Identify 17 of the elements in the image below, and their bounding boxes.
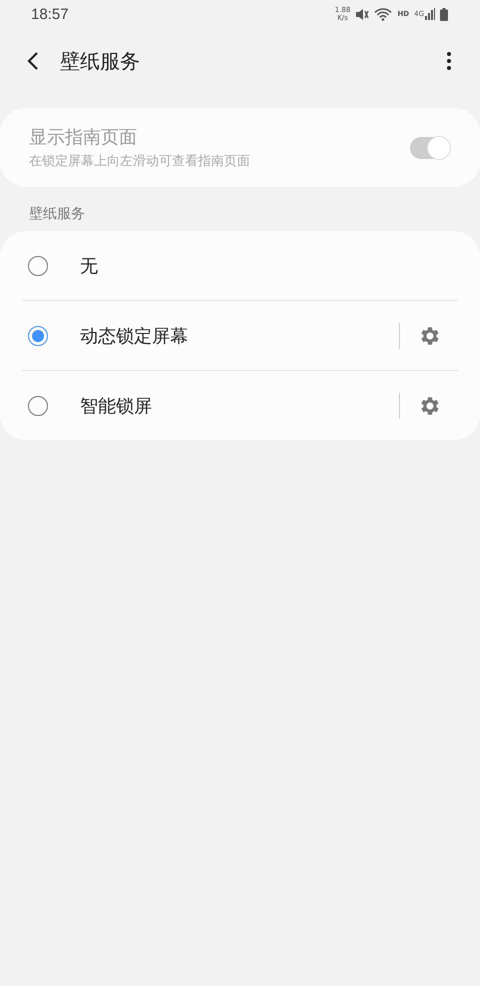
radio-button[interactable]	[28, 396, 48, 416]
option-label[interactable]: 智能锁屏	[80, 394, 399, 418]
page-title: 壁纸服务	[60, 48, 141, 74]
wifi-icon	[374, 8, 392, 20]
option-label[interactable]: 动态锁定屏幕	[80, 324, 399, 348]
more-icon[interactable]	[446, 51, 452, 71]
setting-description: 在锁定屏幕上向左滑动可查看指南页面	[29, 153, 250, 170]
radio-button[interactable]	[28, 256, 48, 276]
setting-title: 显示指南页面	[29, 126, 138, 149]
status-time: 18:57	[31, 6, 69, 22]
section-header: 壁纸服务	[28, 205, 86, 224]
back-icon[interactable]	[26, 51, 40, 71]
battery-icon	[440, 8, 448, 20]
radio-button[interactable]	[28, 326, 48, 346]
mute-icon	[355, 8, 370, 20]
option-label[interactable]: 无	[80, 254, 458, 278]
signal-icon	[425, 8, 435, 20]
